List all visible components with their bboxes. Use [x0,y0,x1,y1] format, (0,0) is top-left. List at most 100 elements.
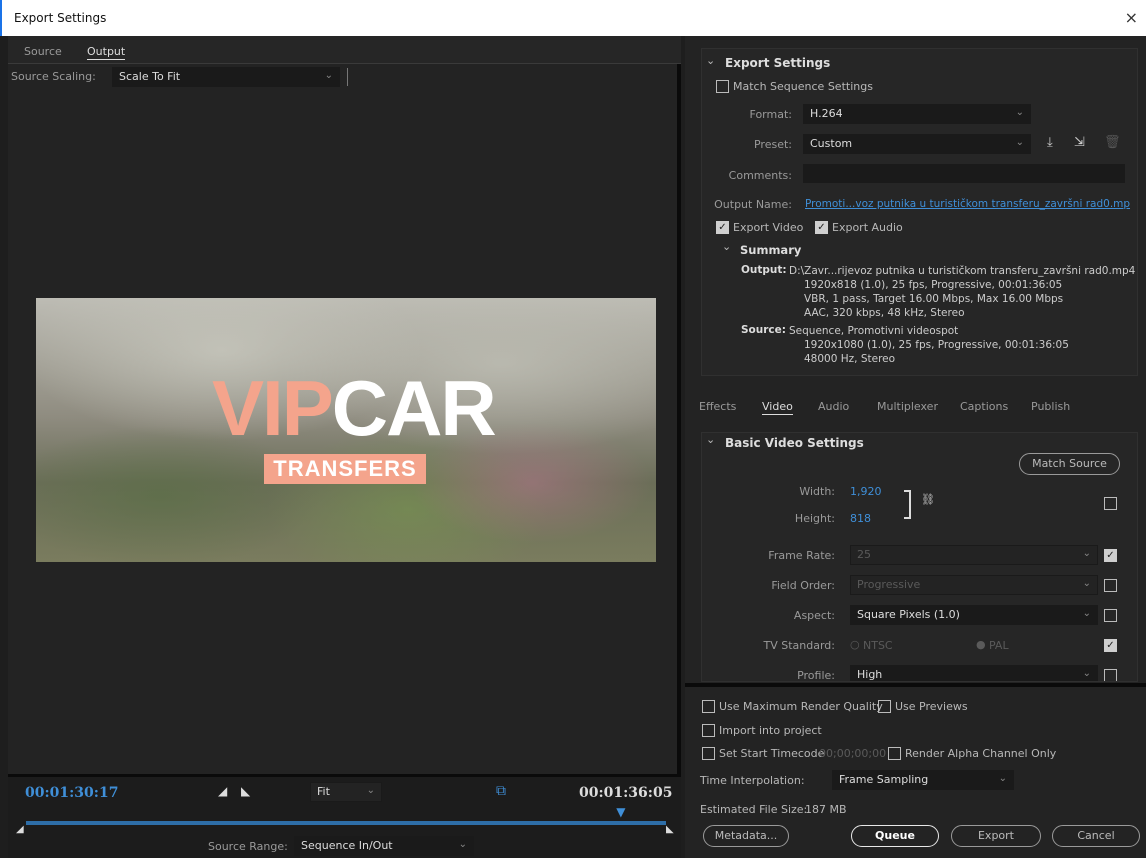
output-name-link[interactable]: Promoti...voz putnika u turističkom tran… [805,198,1130,210]
preview-tabs: Source Output [8,36,681,64]
match-source-button[interactable]: Match Source [1019,453,1120,475]
collapse-icon[interactable]: ⌄ [706,433,715,446]
tab-audio[interactable]: Audio [818,400,849,413]
aspect-checkbox[interactable] [1104,609,1117,622]
ntsc-label: NTSC [863,639,893,652]
match-sequence-checkbox[interactable] [716,80,729,93]
tab-video[interactable]: Video [762,400,793,415]
in-point-icon[interactable]: ◢ [16,824,24,835]
height-value[interactable]: 818 [850,512,871,525]
chevron-down-icon: ⌄ [1015,107,1024,118]
divider [347,68,348,86]
source-scaling-value: Scale To Fit [119,70,181,83]
source-scaling-row: Source Scaling: Scale To Fit ⌄ [8,66,681,88]
chevron-down-icon: ⌄ [998,773,1007,784]
window-title: Export Settings [14,11,107,25]
delete-preset-icon[interactable]: 🗑 [1104,135,1121,150]
tab-output[interactable]: Output [87,45,126,60]
preview-logo: VIPCAR [212,364,497,452]
tab-captions[interactable]: Captions [960,400,1008,413]
frame-rate-checkbox[interactable]: ✓ [1104,549,1117,562]
max-render-label: Use Maximum Render Quality [719,700,883,713]
export-video-checkbox[interactable]: ✓ [716,221,729,234]
aspect-dropdown[interactable]: Square Pixels (1.0) ⌄ [850,605,1098,625]
close-icon[interactable]: × [1125,8,1138,27]
export-audio-checkbox[interactable]: ✓ [815,221,828,234]
current-timecode[interactable]: 00:01:30:17 [25,785,118,801]
use-previews-label: Use Previews [895,700,968,713]
basic-video-settings: ⌄ Basic Video Settings Match Source Widt… [701,432,1138,682]
width-label: Width: [799,485,835,498]
cancel-button[interactable]: Cancel [1052,825,1140,847]
tab-source[interactable]: Source [24,45,62,58]
fit-dropdown[interactable]: Fit ⌄ [310,782,382,802]
use-previews-checkbox[interactable] [878,700,891,713]
save-preset-icon[interactable]: ⤓ [1047,135,1053,150]
format-dropdown[interactable]: H.264 ⌄ [803,104,1031,124]
preset-dropdown[interactable]: Custom ⌄ [803,134,1031,154]
frame-rate-dropdown[interactable]: 25 ⌄ [850,545,1098,565]
render-alpha-label: Render Alpha Channel Only [905,747,1057,760]
profile-value: High [857,668,883,681]
queue-button[interactable]: Queue [851,825,939,847]
chevron-down-icon: ⌄ [324,70,333,81]
preview-logo-sub: TRANSFERS [264,454,426,484]
start-timecode-label: Set Start Timecode [719,747,825,760]
unlink-icon[interactable]: ⛓ [921,493,935,506]
match-sequence-label: Match Sequence Settings [733,80,873,93]
import-project-checkbox[interactable] [702,724,715,737]
import-preset-icon[interactable]: ⇲ [1074,135,1085,150]
summary-collapse-icon[interactable]: ⌄ [722,240,731,253]
field-order-checkbox[interactable] [1104,579,1117,592]
profile-checkbox[interactable] [1104,669,1117,681]
basic-video-header: Basic Video Settings [725,436,864,450]
profile-dropdown[interactable]: High ⌄ [850,665,1098,681]
summary-source-label: Source: [741,324,786,336]
collapse-icon[interactable]: ⌄ [706,54,715,67]
timeline-track[interactable] [26,821,666,825]
tab-publish[interactable]: Publish [1031,400,1070,413]
field-order-dropdown[interactable]: Progressive ⌄ [850,575,1098,595]
playhead-icon[interactable]: ▼ [616,805,625,819]
summary-output-line: VBR, 1 pass, Target 16.00 Mbps, Max 16.0… [804,293,1064,305]
metadata-button[interactable]: Metadata... [703,825,789,847]
render-alpha-checkbox[interactable] [888,747,901,760]
summary-source-line: 48000 Hz, Stereo [804,353,896,365]
pal-label: PAL [989,639,1009,652]
source-range-dropdown[interactable]: Sequence In/Out ⌄ [294,836,474,856]
export-audio-label: Export Audio [832,221,903,234]
export-settings-section: ⌄ Export Settings Match Sequence Setting… [701,48,1138,376]
start-timecode-value[interactable]: 00;00;00;00 [819,747,886,760]
width-height-checkbox[interactable] [1104,497,1117,510]
file-size-value: 187 MB [805,803,847,816]
field-order-value: Progressive [857,578,921,591]
tab-effects[interactable]: Effects [699,400,736,413]
start-timecode-checkbox[interactable] [702,747,715,760]
export-options: Use Maximum Render Quality Use Previews … [685,687,1146,858]
crop-icon[interactable]: ⧉ [496,783,506,799]
frame-rate-value: 25 [857,548,871,561]
pal-radio-icon[interactable]: ● [976,638,986,651]
out-point-icon[interactable]: ◣ [666,824,674,835]
chevron-down-icon: ⌄ [366,785,375,796]
link-bracket [904,490,911,519]
field-order-label: Field Order: [771,579,835,592]
video-preview: VIPCAR TRANSFERS [36,298,656,562]
source-scaling-dropdown[interactable]: Scale To Fit ⌄ [112,67,340,87]
chevron-down-icon: ⌄ [1082,668,1091,679]
max-render-checkbox[interactable] [702,700,715,713]
width-value[interactable]: 1,920 [850,485,882,498]
tv-standard-checkbox[interactable]: ✓ [1104,639,1117,652]
frame-rate-label: Frame Rate: [768,549,835,562]
title-bar: Export Settings × [0,0,1146,36]
file-size-label: Estimated File Size: [700,803,808,816]
time-interp-dropdown[interactable]: Frame Sampling ⌄ [832,770,1014,790]
export-button[interactable]: Export [951,825,1041,847]
comments-input[interactable] [803,164,1125,183]
ntsc-radio-icon[interactable]: ○ [850,638,860,651]
set-out-icon[interactable]: ◣ [241,784,250,798]
set-in-icon[interactable]: ◢ [218,784,227,798]
chevron-down-icon: ⌄ [458,839,467,850]
end-timecode: 00:01:36:05 [579,785,673,801]
tab-multiplexer[interactable]: Multiplexer [877,400,938,413]
